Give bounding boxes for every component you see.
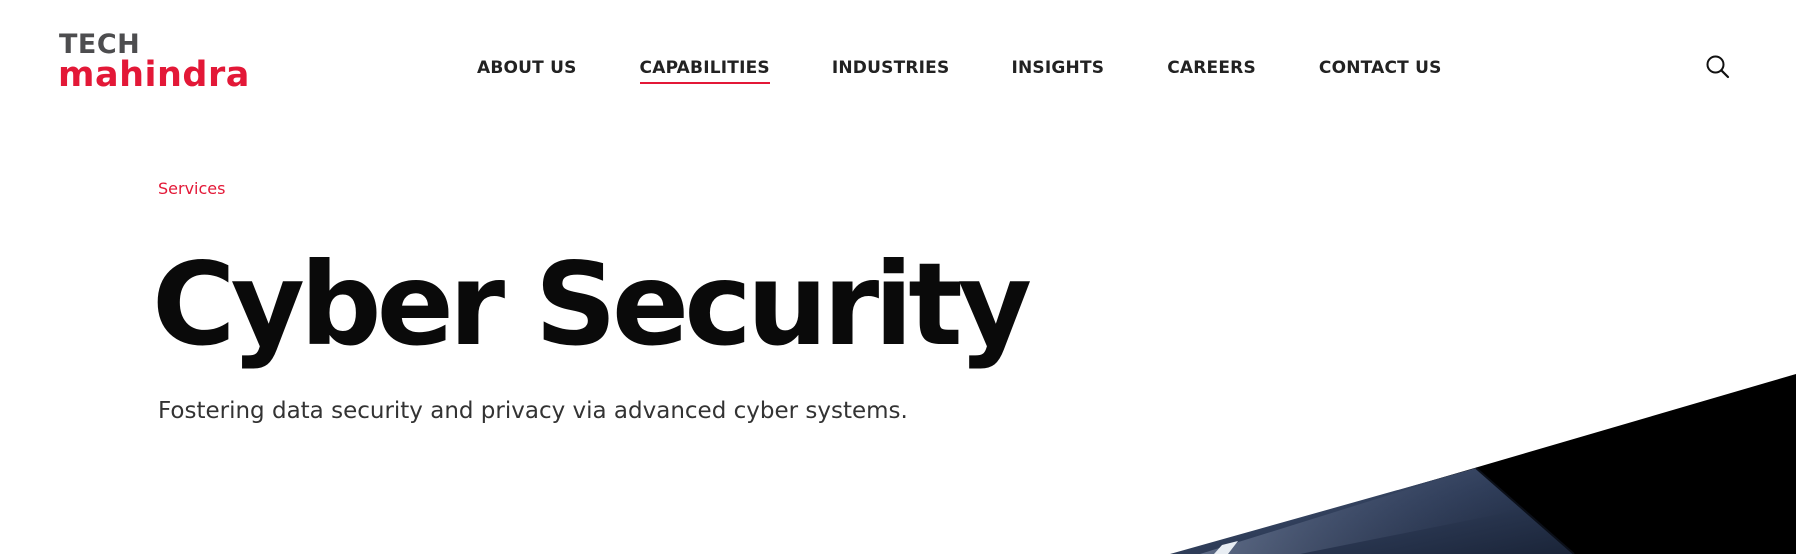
logo-text-mahindra: mahindra bbox=[58, 55, 250, 95]
page-subtitle: Fostering data security and privacy via … bbox=[158, 398, 908, 424]
nav-item-contact-us[interactable]: CONTACT US bbox=[1319, 58, 1442, 84]
page: TECH mahindra ABOUT US CAPABILITIES INDU… bbox=[0, 0, 1796, 554]
breadcrumb-services[interactable]: Services bbox=[158, 179, 225, 198]
nav-item-capabilities[interactable]: CAPABILITIES bbox=[639, 58, 771, 84]
nav-item-about-us[interactable]: ABOUT US bbox=[477, 58, 577, 84]
nav-item-insights[interactable]: INSIGHTS bbox=[1011, 58, 1104, 84]
page-title: Cyber Security bbox=[152, 238, 1032, 371]
nav-item-careers[interactable]: CAREERS bbox=[1167, 58, 1256, 84]
main-nav: ABOUT US CAPABILITIES INDUSTRIES INSIGHT… bbox=[477, 58, 1442, 84]
tech-mahindra-logo[interactable]: TECH mahindra bbox=[58, 30, 280, 96]
search-button[interactable] bbox=[1704, 53, 1732, 81]
nav-item-industries[interactable]: INDUSTRIES bbox=[832, 58, 950, 84]
search-icon bbox=[1706, 55, 1730, 79]
